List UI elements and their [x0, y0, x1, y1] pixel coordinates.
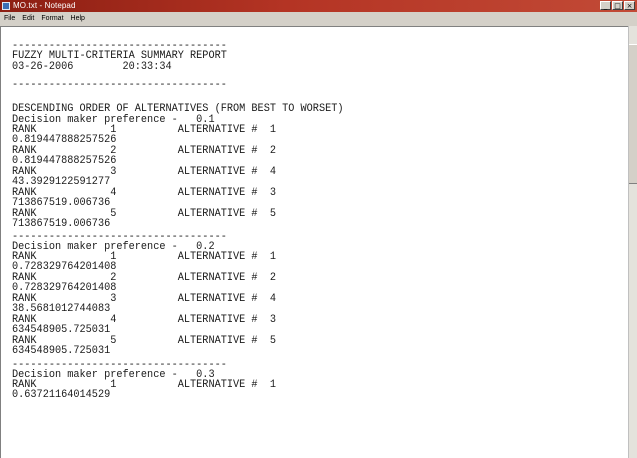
window-title: MO.txt - Notepad — [13, 1, 76, 10]
menu-format[interactable]: Format — [41, 12, 63, 26]
text-line: 713867519.006736 — [12, 218, 111, 230]
menu-bar: File Edit Format Help — [0, 12, 637, 26]
menu-edit[interactable]: Edit — [22, 12, 34, 26]
text-line: 634548905.725031 — [12, 345, 111, 357]
text-line: 03-26-2006 20:33:34 — [12, 61, 172, 73]
menu-file[interactable]: File — [4, 12, 15, 26]
scrollbar-thumb[interactable] — [629, 44, 637, 184]
menu-help[interactable]: Help — [71, 12, 85, 26]
text-line: 0.63721164014529 — [12, 389, 111, 401]
close-button[interactable]: × — [624, 1, 635, 10]
window-controls: _ □ × — [600, 1, 635, 10]
vertical-scrollbar[interactable] — [628, 26, 637, 458]
minimize-button[interactable]: _ — [600, 1, 611, 10]
maximize-button[interactable]: □ — [612, 1, 623, 10]
notepad-icon — [2, 2, 10, 10]
text-editor[interactable]: ----------------------------------- FUZZY… — [0, 26, 628, 458]
title-bar: MO.txt - Notepad _ □ × — [0, 0, 637, 12]
text-line: ----------------------------------- — [12, 79, 227, 91]
